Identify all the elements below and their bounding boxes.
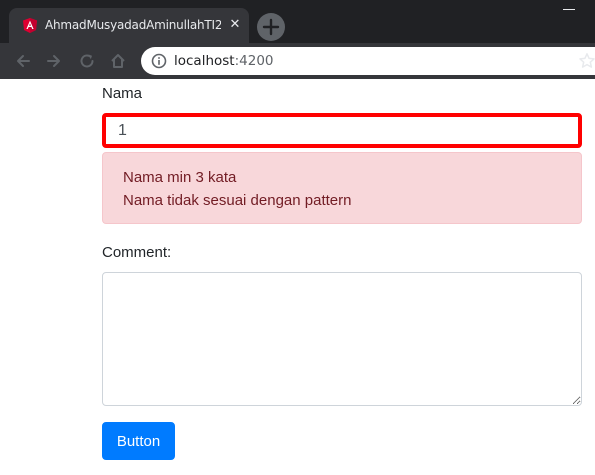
validation-error-alert: Nama min 3 kata Nama tidak sesuai dengan… — [102, 152, 582, 224]
reload-icon[interactable] — [78, 52, 96, 70]
back-arrow-icon[interactable] — [14, 52, 32, 70]
new-tab-button[interactable] — [257, 13, 285, 41]
comment-textarea[interactable] — [102, 272, 582, 406]
home-icon[interactable] — [109, 52, 127, 70]
tab-title: AhmadMusyadadAminullahTI2B — [45, 18, 221, 32]
name-input[interactable] — [102, 113, 582, 148]
browser-titlebar: AhmadMusyadadAminullahTI2B ✕ — [0, 0, 595, 43]
browser-toolbar: localhost:4200 — [0, 43, 595, 79]
url-host: localhost — [174, 53, 235, 69]
address-bar[interactable]: localhost:4200 — [141, 47, 595, 75]
url-text: localhost:4200 — [174, 53, 274, 69]
angular-icon — [23, 18, 37, 33]
info-icon[interactable] — [151, 53, 167, 69]
plus-icon — [262, 18, 280, 36]
error-min-words: Nama min 3 kata — [123, 169, 237, 186]
close-icon[interactable]: ✕ — [227, 17, 243, 33]
url-port: :4200 — [234, 53, 274, 69]
forward-arrow-icon[interactable] — [45, 52, 63, 70]
comment-label: Comment: — [102, 244, 172, 261]
submit-button[interactable]: Button — [102, 422, 175, 460]
name-label: Nama — [102, 85, 143, 102]
minimize-button[interactable] — [563, 9, 575, 10]
bookmark-star-icon[interactable] — [578, 52, 595, 70]
browser-tab[interactable]: AhmadMusyadadAminullahTI2B ✕ — [9, 8, 249, 43]
error-pattern: Nama tidak sesuai dengan pattern — [123, 192, 352, 209]
